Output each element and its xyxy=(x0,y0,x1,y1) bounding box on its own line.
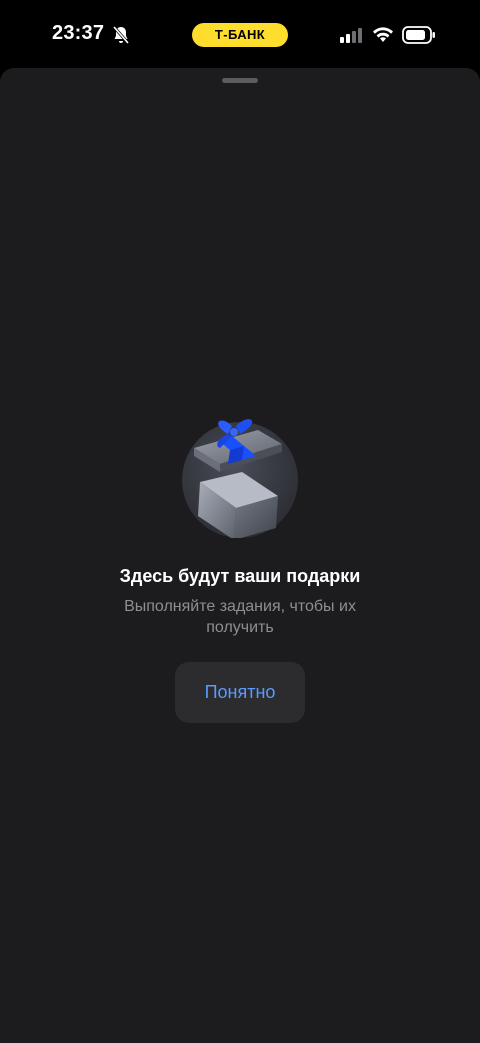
bank-app-pill[interactable]: Т-БАНК xyxy=(192,23,288,47)
cellular-signal-icon xyxy=(340,28,362,43)
wifi-icon xyxy=(373,27,393,42)
gift-box-icon xyxy=(182,419,298,538)
sheet-grabber-handle[interactable] xyxy=(222,78,258,83)
bell-muted-icon xyxy=(112,26,130,44)
empty-state-title: Здесь будут ваши подарки xyxy=(119,566,361,586)
status-bar: 23:37 Т-БАНК xyxy=(0,0,480,68)
status-time: 23:37 xyxy=(52,22,105,44)
battery-icon xyxy=(402,26,435,44)
gifts-bottom-sheet: Здесь будут ваши подарки Выполняйте зада… xyxy=(0,68,480,1043)
empty-state-subtitle: Выполняйте задания, чтобы их получить xyxy=(124,598,356,636)
understood-button[interactable]: Понятно xyxy=(175,662,305,723)
